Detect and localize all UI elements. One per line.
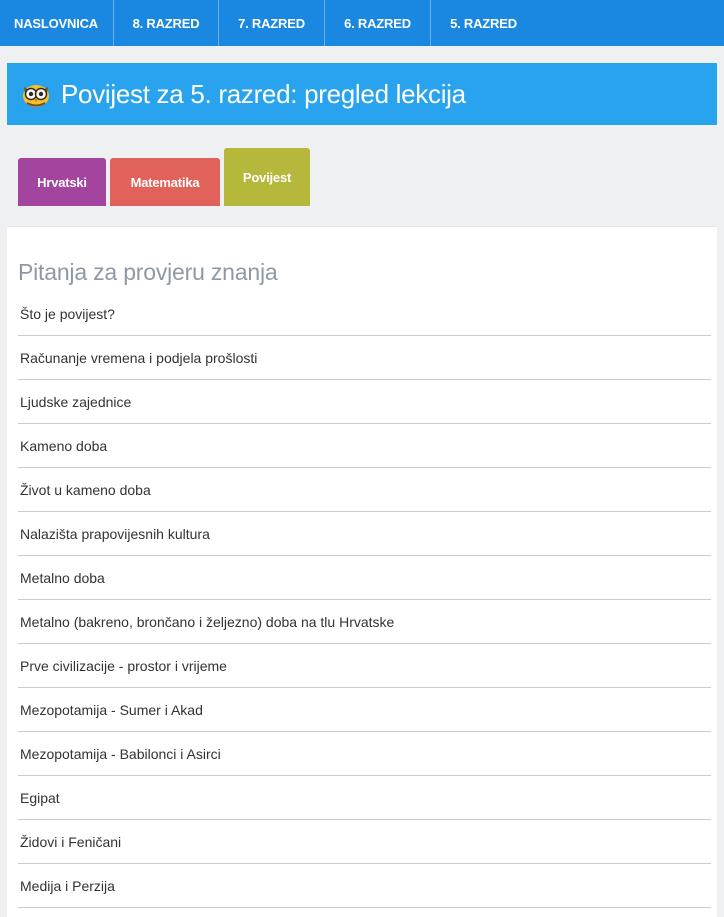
lesson-item[interactable]: Život u kameno doba (18, 468, 711, 512)
lesson-item[interactable]: Nalazišta prapovijesnih kultura (18, 512, 711, 556)
lesson-item[interactable]: Medija i Perzija (18, 864, 711, 908)
tab-matematika[interactable]: Matematika (110, 158, 220, 206)
lesson-item[interactable]: Metalno (bakreno, brončano i željezno) d… (18, 600, 711, 644)
lesson-panel: Pitanja za provjeru znanja Što je povije… (7, 226, 717, 917)
tab-povijest[interactable]: Povijest (224, 148, 310, 206)
lesson-item[interactable]: Kameno doba (18, 424, 711, 468)
lesson-list: Što je povijest? Računanje vremena i pod… (18, 292, 711, 908)
lesson-item[interactable]: Što je povijest? (18, 292, 711, 336)
lesson-item[interactable]: Ljudske zajednice (18, 380, 711, 424)
lesson-item[interactable]: Metalno doba (18, 556, 711, 600)
nav-item-naslovnica[interactable]: NASLOVNICA (0, 0, 114, 46)
lesson-item[interactable]: Egipat (18, 776, 711, 820)
nav-item-7-razred[interactable]: 7. RAZRED (219, 0, 325, 46)
top-navigation: NASLOVNICA 8. RAZRED 7. RAZRED 6. RAZRED… (0, 0, 724, 46)
nav-item-6-razred[interactable]: 6. RAZRED (325, 0, 431, 46)
section-title: Pitanja za provjeru znanja (18, 259, 278, 285)
nav-item-8-razred[interactable]: 8. RAZRED (114, 0, 219, 46)
subject-tabs: Hrvatski Matematika Povijest (18, 148, 314, 206)
lesson-item[interactable]: Prve civilizacije - prostor i vrijeme (18, 644, 711, 688)
lesson-item[interactable]: Mezopotamija - Babilonci i Asirci (18, 732, 711, 776)
tab-hrvatski[interactable]: Hrvatski (18, 158, 106, 206)
title-banner: Povijest za 5. razred: pregled lekcija (7, 63, 717, 125)
owl-icon (23, 85, 49, 107)
lesson-item[interactable]: Računanje vremena i podjela prošlosti (18, 336, 711, 380)
lesson-item[interactable]: Mezopotamija - Sumer i Akad (18, 688, 711, 732)
lesson-item[interactable]: Židovi i Feničani (18, 820, 711, 864)
nav-item-5-razred[interactable]: 5. RAZRED (431, 0, 536, 46)
page-title: Povijest za 5. razred: pregled lekcija (61, 78, 466, 109)
